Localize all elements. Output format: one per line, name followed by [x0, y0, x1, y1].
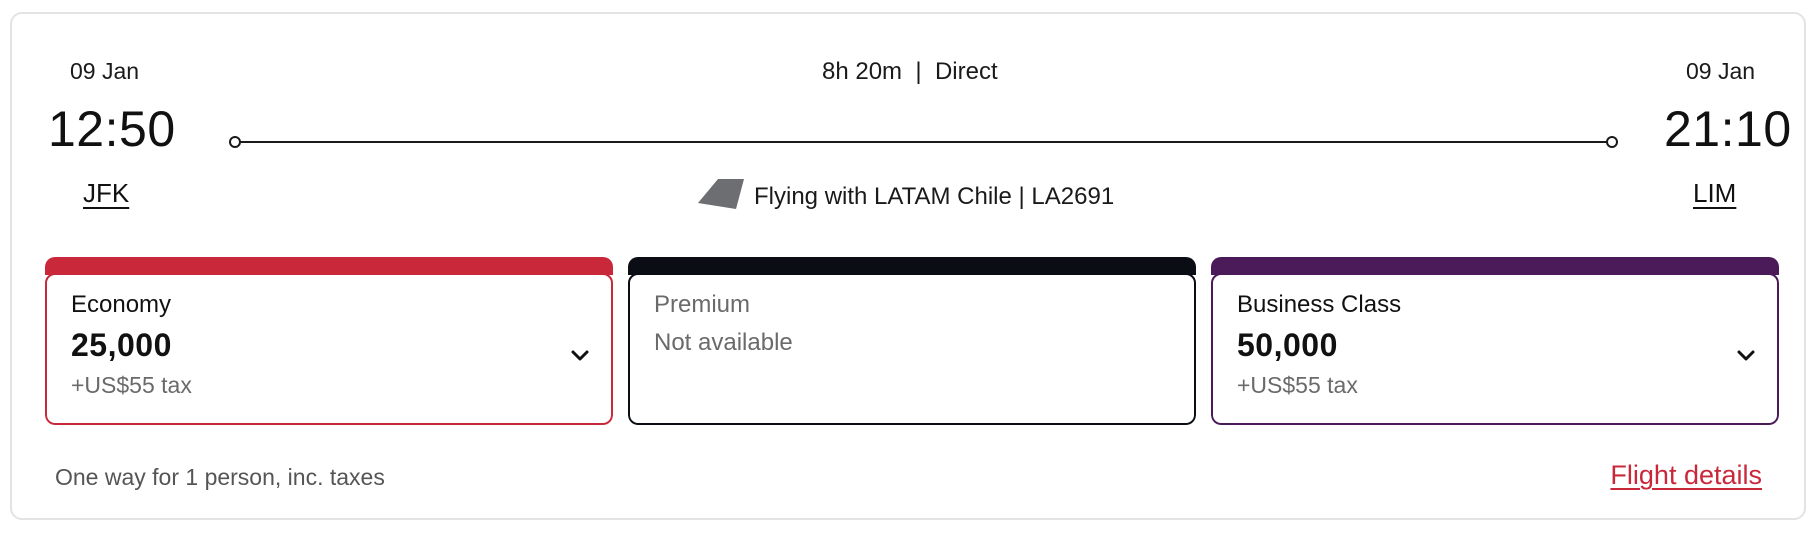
origin-dot — [229, 136, 241, 148]
flight-details-link[interactable]: Flight details — [1610, 460, 1762, 491]
arrival-date: 09 Jan — [1686, 58, 1756, 84]
fare-premium-body: Premium Not available — [628, 273, 1196, 425]
chevron-down-icon[interactable] — [1735, 345, 1757, 367]
chevron-down-icon[interactable] — [569, 345, 591, 367]
flight-duration: 8h 20m | Direct — [822, 58, 998, 85]
fare-business-body: Business Class 50,000 +US$55 tax — [1211, 273, 1779, 425]
arrival-airport[interactable]: LIM — [1693, 178, 1736, 209]
fare-premium-name: Premium — [654, 291, 751, 318]
route-line — [237, 141, 1613, 143]
airline-text: Flying with LATAM Chile | LA2691 — [754, 183, 1115, 210]
destination-dot — [1606, 136, 1618, 148]
latam-tail-icon — [698, 177, 754, 218]
fare-business-name: Business Class — [1237, 291, 1402, 318]
fare-business-price: 50,000 — [1237, 327, 1338, 363]
fare-economy-name: Economy — [71, 291, 172, 318]
fare-economy-tax: +US$55 tax — [71, 372, 192, 398]
fare-premium-status: Not available — [654, 329, 793, 356]
airline-info: Flying with LATAM Chile | LA2691 — [698, 178, 1115, 214]
fare-economy-body: Economy 25,000 +US$55 tax — [45, 273, 613, 425]
fare-premium: Premium Not available — [628, 257, 1196, 425]
fare-business-tax: +US$55 tax — [1237, 372, 1358, 398]
departure-time: 12:50 — [48, 101, 176, 157]
fare-economy-price: 25,000 — [71, 327, 172, 363]
fare-note: One way for 1 person, inc. taxes — [55, 464, 385, 490]
departure-date: 09 Jan — [70, 58, 140, 84]
fare-economy[interactable]: Economy 25,000 +US$55 tax — [45, 257, 613, 425]
fare-business[interactable]: Business Class 50,000 +US$55 tax — [1211, 257, 1779, 425]
arrival-time: 21:10 — [1664, 101, 1792, 157]
flight-result-card: 09 Jan 12:50 JFK 8h 20m | Direct 09 Jan … — [10, 12, 1806, 520]
departure-airport[interactable]: JFK — [83, 178, 129, 209]
